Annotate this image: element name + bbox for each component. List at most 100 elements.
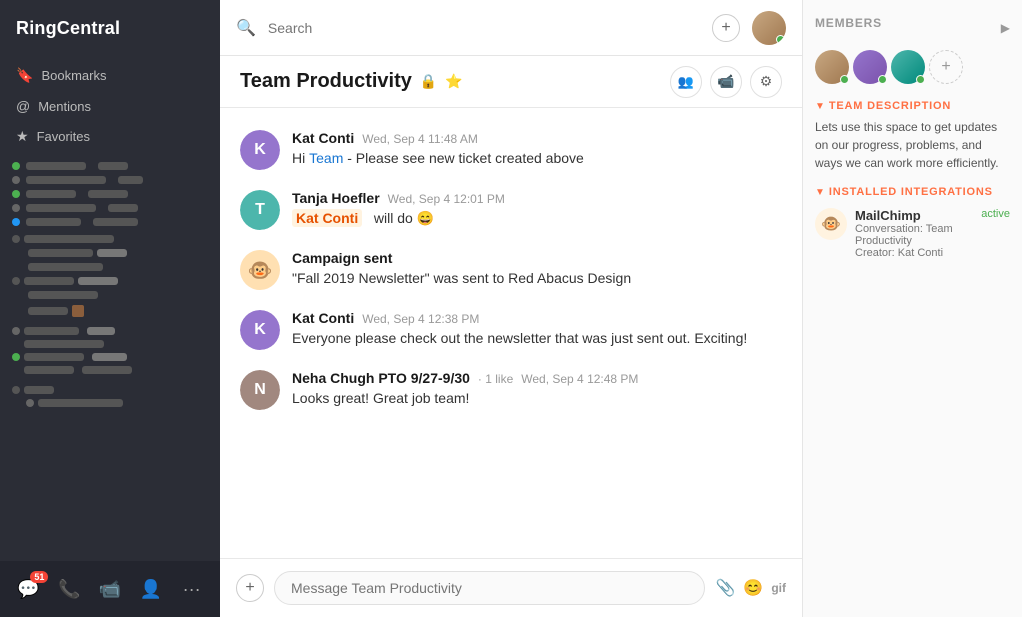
right-panel: MEMBERS ▶ + ▼ TEAM DESCRIPTION Lets use … — [802, 0, 1022, 617]
list-item[interactable] — [0, 187, 220, 201]
channel-list — [0, 155, 220, 561]
mention-highlight: Kat Conti — [292, 209, 362, 227]
member-online-dot — [878, 75, 887, 84]
message-text: Everyone please check out the newsletter… — [292, 329, 782, 349]
message-subtext: · 1 like — [478, 372, 513, 386]
message-body: Neha Chugh PTO 9/27-9/30 · 1 like Wed, S… — [292, 370, 782, 410]
star-icon: ★ — [16, 128, 29, 145]
sender-name: Tanja Hoefler — [292, 190, 380, 206]
integration-name: MailChimp — [855, 208, 921, 223]
add-member-button[interactable]: + — [929, 50, 963, 84]
table-row: N Neha Chugh PTO 9/27-9/30 · 1 like Wed,… — [220, 360, 802, 420]
add-member-button[interactable]: 👥 — [670, 66, 702, 98]
team-description-section: ▼ TEAM DESCRIPTION Lets use this space t… — [815, 100, 1010, 172]
sidebar-item-bookmarks-label: Bookmarks — [41, 68, 106, 83]
integrations-expand-icon: ▼ — [815, 187, 825, 198]
integration-creator: Creator: Kat Conti — [855, 247, 1010, 259]
team-description-text: Lets use this space to get updates on ou… — [815, 118, 1010, 172]
list-item[interactable] — [0, 173, 220, 187]
team-desc-expand-icon: ▼ — [815, 101, 825, 112]
sidebar-item-favorites[interactable]: ★ Favorites — [8, 122, 212, 151]
video-call-button[interactable]: 📹 — [710, 66, 742, 98]
message-body: Kat Conti Wed, Sep 4 11:48 AM Hi Team - … — [292, 130, 782, 170]
sidebar-item-mentions-label: Mentions — [38, 99, 91, 114]
more-button[interactable]: ··· — [176, 573, 208, 605]
table-row: T Tanja Hoefler Wed, Sep 4 12:01 PM Kat … — [220, 180, 802, 240]
mention-tag: Team — [309, 150, 343, 166]
online-indicator — [776, 35, 785, 44]
sidebar-item-favorites-label: Favorites — [37, 129, 90, 144]
message-text: Looks great! Great job team! — [292, 389, 782, 409]
message-body: Tanja Hoefler Wed, Sep 4 12:01 PM Kat Co… — [292, 190, 782, 230]
message-input[interactable] — [274, 571, 705, 605]
main-content: 🔍 + Team Productivity 🔒 ⭐ 👥 📹 ⚙ K K — [220, 0, 802, 617]
sender-name: Kat Conti — [292, 130, 354, 146]
channel-title: Team Productivity — [240, 70, 412, 93]
table-row: 🐵 Campaign sent "Fall 2019 Newsletter" w… — [220, 240, 802, 300]
messages-button[interactable]: 💬 51 — [12, 573, 44, 605]
bookmark-icon: 🔖 — [16, 67, 33, 84]
sidebar-item-bookmarks[interactable]: 🔖 Bookmarks — [8, 61, 212, 90]
attach-button[interactable]: + — [236, 574, 264, 602]
list-item[interactable] — [0, 201, 220, 215]
mention-icon: @ — [16, 98, 30, 114]
settings-button[interactable]: ⚙ — [750, 66, 782, 98]
messages-list: K Kat Conti Wed, Sep 4 11:48 AM Hi Team … — [220, 108, 802, 558]
message-time: Wed, Sep 4 12:01 PM — [388, 192, 505, 206]
channel-header: Team Productivity 🔒 ⭐ 👥 📹 ⚙ — [220, 56, 802, 108]
status-dot — [12, 162, 20, 170]
status-dot — [12, 353, 20, 361]
emoji-icon[interactable]: 😊 — [743, 578, 763, 598]
member-online-dot — [840, 75, 849, 84]
list-item[interactable] — [0, 159, 220, 173]
integration-avatar: 🐵 — [240, 250, 280, 290]
message-text: Kat Conti will do 😄 — [292, 209, 782, 229]
sidebar-item-mentions[interactable]: @ Mentions — [8, 92, 212, 120]
message-text: Hi Team - Please see new ticket created … — [292, 149, 782, 169]
attachment-icon[interactable]: 📎 — [715, 578, 735, 598]
member-avatar — [815, 50, 849, 84]
integrations-title: INSTALLED INTEGRATIONS — [829, 186, 993, 198]
topbar-actions: + — [712, 11, 786, 45]
table-row: K Kat Conti Wed, Sep 4 11:48 AM Hi Team … — [220, 120, 802, 180]
list-item: 🐵 MailChimp active Conversation: Team Pr… — [815, 208, 1010, 259]
member-avatar — [853, 50, 887, 84]
message-body: Kat Conti Wed, Sep 4 12:38 PM Everyone p… — [292, 310, 782, 350]
message-body: Campaign sent "Fall 2019 Newsletter" was… — [292, 250, 782, 290]
lock-icon: 🔒 — [420, 73, 437, 90]
profile-button[interactable]: 👤 — [135, 573, 167, 605]
message-input-area: + 📎 😊 gif — [220, 558, 802, 617]
status-dot — [12, 218, 20, 226]
status-dot — [12, 176, 20, 184]
gif-button[interactable]: gif — [771, 581, 786, 595]
message-time: Wed, Sep 4 11:48 AM — [362, 132, 478, 146]
star-channel-icon[interactable]: ⭐ — [445, 73, 462, 90]
avatar: K — [240, 310, 280, 350]
avatar: T — [240, 190, 280, 230]
list-item[interactable] — [0, 215, 220, 229]
message-time: Wed, Sep 4 12:38 PM — [362, 312, 479, 326]
avatar: K — [240, 130, 280, 170]
integration-conversation: Conversation: Team Productivity — [855, 223, 1010, 247]
sender-name: Kat Conti — [292, 310, 354, 326]
compose-button[interactable]: + — [712, 14, 740, 42]
integration-sender: Campaign sent — [292, 250, 392, 266]
team-description-title: TEAM DESCRIPTION — [829, 100, 951, 112]
app-title: RingCentral — [0, 0, 220, 57]
avatar: N — [240, 370, 280, 410]
user-avatar[interactable] — [752, 11, 786, 45]
panel-expand-icon[interactable]: ▶ — [1001, 21, 1010, 35]
search-input[interactable] — [268, 20, 700, 36]
phone-button[interactable]: 📞 — [53, 573, 85, 605]
message-text: "Fall 2019 Newsletter" was sent to Red A… — [292, 269, 782, 289]
input-icons: 📎 😊 gif — [715, 578, 786, 598]
sender-name: Neha Chugh PTO 9/27-9/30 — [292, 370, 470, 386]
table-row: K Kat Conti Wed, Sep 4 12:38 PM Everyone… — [220, 300, 802, 360]
video-button[interactable]: 📹 — [94, 573, 126, 605]
integrations-section: ▼ INSTALLED INTEGRATIONS 🐵 MailChimp act… — [815, 186, 1010, 259]
unread-badge: 51 — [30, 571, 48, 583]
nav-items: 🔖 Bookmarks @ Mentions ★ Favorites — [0, 57, 220, 155]
member-online-dot — [916, 75, 925, 84]
integration-status: active — [981, 208, 1010, 223]
sidebar-bottom-bar: 💬 51 📞 📹 👤 ··· — [0, 561, 220, 617]
